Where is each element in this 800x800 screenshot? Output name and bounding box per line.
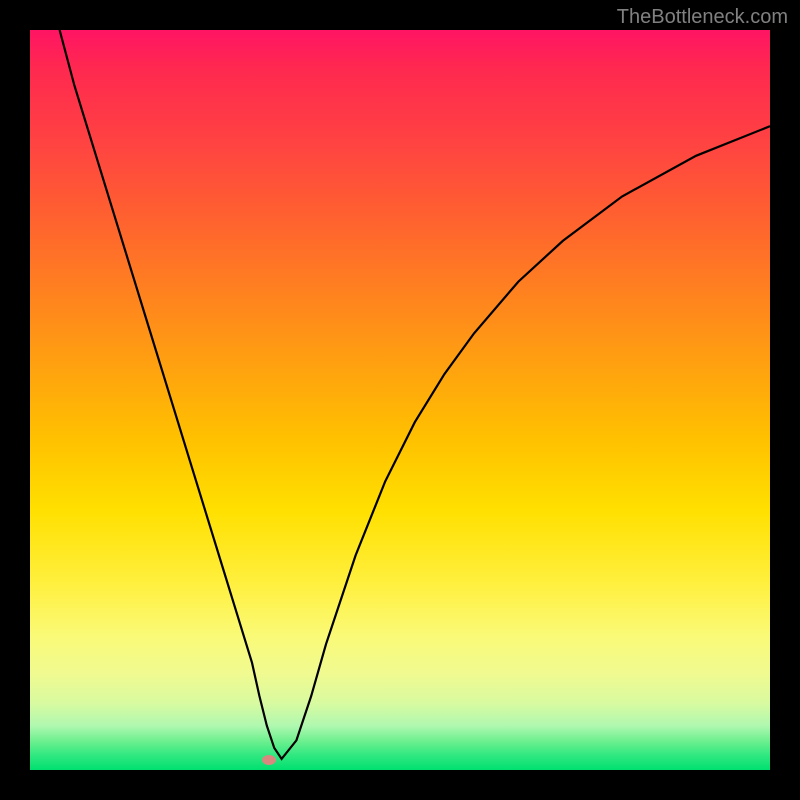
plot-area — [30, 30, 770, 770]
bottleneck-curve — [60, 30, 770, 759]
chart-container: TheBottleneck.com — [0, 0, 800, 800]
minimum-marker — [262, 755, 276, 765]
watermark-text: TheBottleneck.com — [617, 6, 788, 29]
curve-svg — [30, 30, 770, 770]
